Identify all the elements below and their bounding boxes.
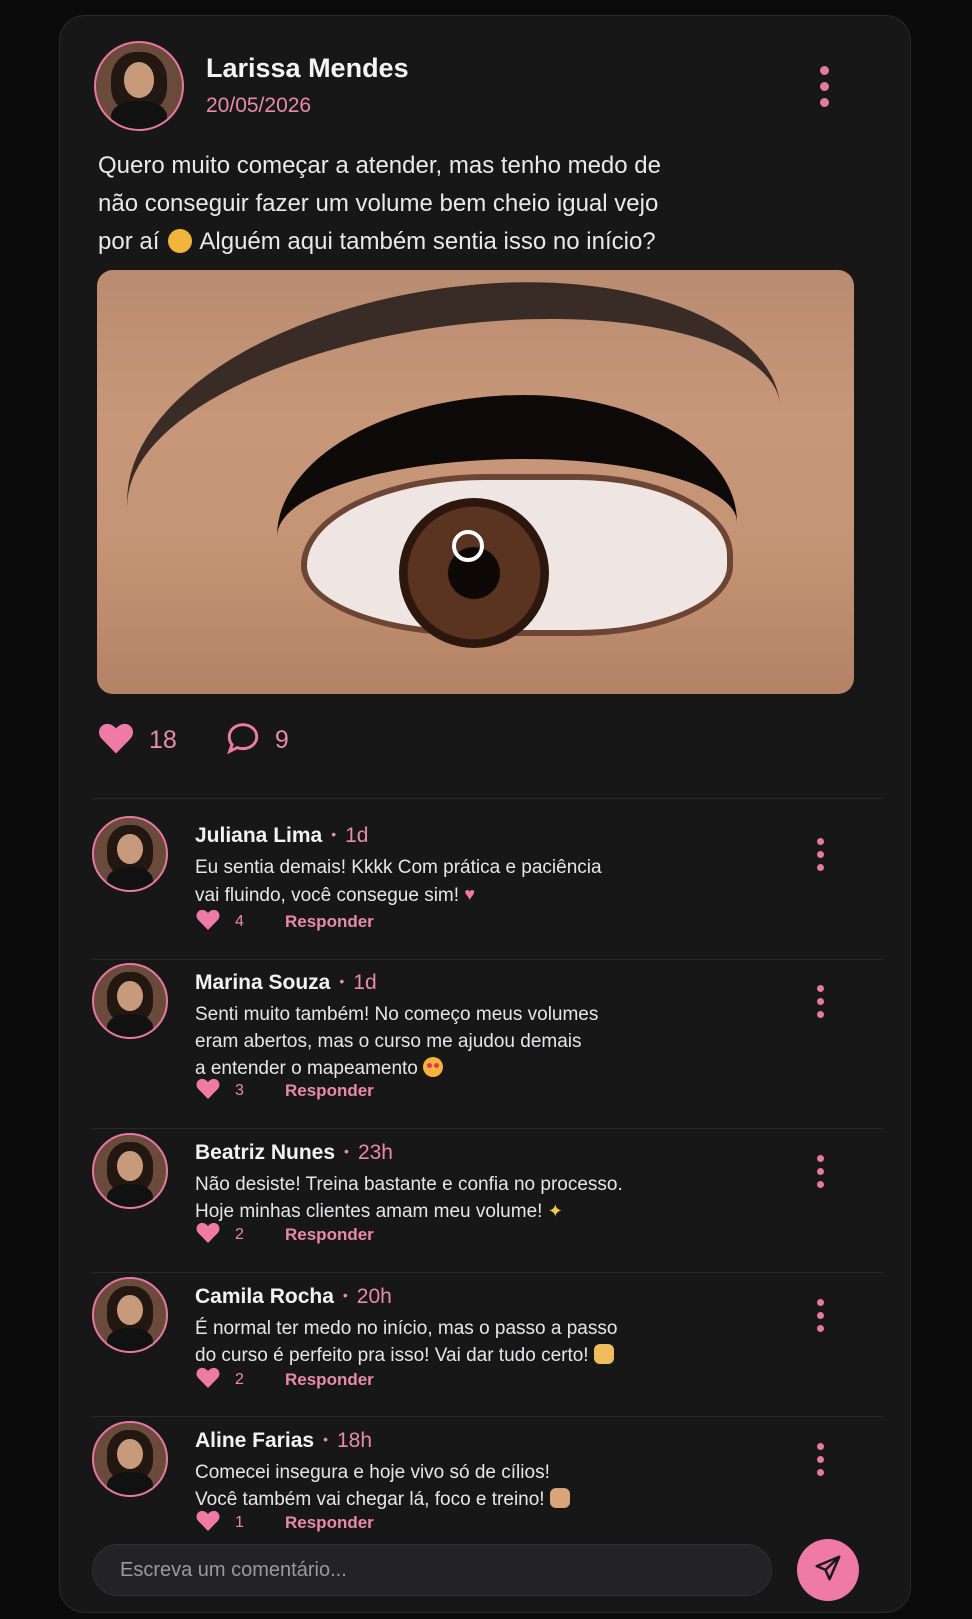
comment-text: Não desiste! Treina bastante e confia no… xyxy=(195,1174,623,1222)
separator-dot: • xyxy=(339,973,345,989)
post-card: Larissa Mendes 20/05/2026 Quero muito co… xyxy=(59,15,911,1613)
flexed-biceps-emoji-icon xyxy=(549,1488,570,1508)
comment-more-options-icon[interactable] xyxy=(817,838,824,871)
pink-heart-emoji-icon: ♥ xyxy=(464,884,476,904)
separator-dot: • xyxy=(342,1287,348,1303)
send-button[interactable] xyxy=(797,1539,859,1601)
post-date: 20/05/2026 xyxy=(206,94,312,117)
divider xyxy=(92,1272,882,1273)
commenter-avatar[interactable] xyxy=(92,963,168,1039)
comment-more-options-icon[interactable] xyxy=(817,1155,824,1188)
comment-composer xyxy=(92,1544,772,1596)
divider xyxy=(92,959,882,960)
commenter-name[interactable]: Camila Rocha xyxy=(195,1285,334,1308)
comment-like-icon[interactable] xyxy=(195,1221,221,1249)
commenter-avatar[interactable] xyxy=(92,1421,168,1497)
commenter-avatar[interactable] xyxy=(92,1133,168,1209)
comment-text: É normal ter medo no início, mas o passo… xyxy=(195,1318,618,1366)
comment-like-icon[interactable] xyxy=(195,1366,221,1394)
comment-like-count: 2 xyxy=(235,1371,244,1388)
like-heart-icon[interactable] xyxy=(97,721,135,760)
post-like-count: 18 xyxy=(149,726,177,754)
separator-dot: • xyxy=(344,1143,349,1159)
heart-eyes-emoji-icon xyxy=(423,1057,444,1077)
send-paper-plane-icon xyxy=(813,1553,843,1588)
comment-like-count: 2 xyxy=(235,1226,244,1243)
sparkles-emoji-icon: ✦ xyxy=(547,1201,563,1221)
reply-button[interactable]: Responder xyxy=(285,1370,374,1390)
commenter-avatar[interactable] xyxy=(92,816,168,892)
reply-button[interactable]: Responder xyxy=(285,1225,374,1245)
comment-time: 23h xyxy=(357,1141,393,1164)
comment-time: 1d xyxy=(353,971,377,994)
comment-like-icon[interactable] xyxy=(195,1509,221,1537)
post-author-avatar[interactable] xyxy=(94,41,184,131)
post-more-options-icon[interactable] xyxy=(820,66,829,107)
comment-more-options-icon[interactable] xyxy=(817,1299,824,1332)
raised-hands-emoji-icon xyxy=(593,1344,614,1364)
divider xyxy=(92,1416,882,1417)
commenter-name[interactable]: Aline Farias xyxy=(195,1429,314,1452)
comment-more-options-icon[interactable] xyxy=(817,985,824,1018)
divider xyxy=(92,798,882,799)
comment-like-count: 1 xyxy=(235,1514,244,1531)
commenter-name[interactable]: Marina Souza xyxy=(195,971,330,994)
comment-more-options-icon[interactable] xyxy=(817,1443,824,1476)
comment-time: 18h xyxy=(336,1429,373,1452)
comment-text: Senti muito também! No começo meus volum… xyxy=(195,1004,599,1079)
reply-button[interactable]: Responder xyxy=(285,1513,374,1533)
comment-text: Comecei insegura e hoje vivo só de cílio… xyxy=(195,1459,735,1513)
separator-dot: • xyxy=(323,1431,328,1447)
comment-text: Eu sentia demais! Kkkk Com prática e pac… xyxy=(195,857,602,906)
commenter-name[interactable]: Beatriz Nunes xyxy=(195,1141,335,1164)
comment-input[interactable] xyxy=(93,1545,771,1595)
comment-like-icon[interactable] xyxy=(195,908,221,936)
post-author-name[interactable]: Larissa Mendes xyxy=(206,53,409,84)
divider xyxy=(92,1128,882,1129)
post-actions: 18 9 xyxy=(97,721,289,760)
comment-like-icon[interactable] xyxy=(195,1077,221,1105)
separator-dot: • xyxy=(331,826,337,842)
post-comment-count: 9 xyxy=(274,726,289,754)
post-text: Quero muito começar a atender, mas tenho… xyxy=(98,152,661,255)
comment-like-count: 4 xyxy=(235,913,244,930)
comment-time: 20h xyxy=(356,1285,392,1308)
post-image[interactable] xyxy=(97,270,854,694)
comment-like-count: 3 xyxy=(235,1082,244,1099)
commenter-name[interactable]: Juliana Lima xyxy=(195,824,322,847)
comment-bubble-icon[interactable] xyxy=(225,721,261,760)
reply-button[interactable]: Responder xyxy=(285,912,374,932)
comment-time: 1d xyxy=(345,824,369,847)
reply-button[interactable]: Responder xyxy=(285,1081,374,1101)
commenter-avatar[interactable] xyxy=(92,1277,168,1353)
weary-face-emoji-icon xyxy=(168,229,193,253)
